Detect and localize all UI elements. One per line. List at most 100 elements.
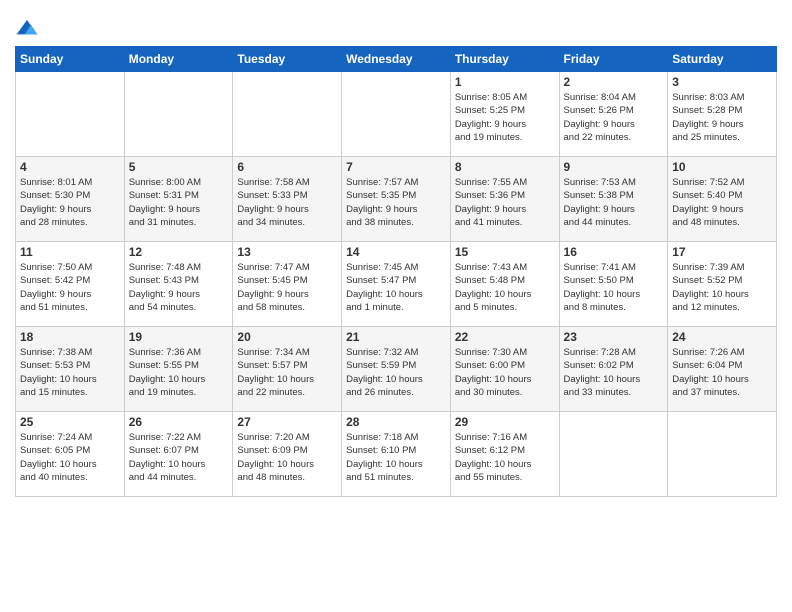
calendar-cell: 16 Sunrise: 7:41 AMSunset: 5:50 PMDayligh… — [559, 242, 668, 327]
calendar-cell: 25Sunrise: 7:24 AMSunset: 6:05 PMDayligh… — [16, 412, 125, 497]
calendar-cell: 2 Sunrise: 8:04 AMSunset: 5:26 PMDaylight… — [559, 72, 668, 157]
calendar-cell — [342, 72, 451, 157]
calendar-cell: 8 Sunrise: 7:55 AMSunset: 5:36 PMDaylight… — [450, 157, 559, 242]
calendar-cell: 3Sunrise: 8:03 AMSunset: 5:28 PMDaylight… — [668, 72, 777, 157]
calendar-cell — [124, 72, 233, 157]
calendar-cell — [668, 412, 777, 497]
day-info: Sunrise: 7:43 AMSunset: 5:48 PMDaylight:… — [455, 261, 555, 314]
page-header — [15, 10, 777, 38]
day-number: 27 — [237, 415, 337, 429]
day-number: 12 — [129, 245, 229, 259]
calendar-table: SundayMondayTuesdayWednesdayThursdayFrid… — [15, 46, 777, 497]
calendar-cell: 4Sunrise: 8:01 AMSunset: 5:30 PMDaylight… — [16, 157, 125, 242]
day-number: 5 — [129, 160, 229, 174]
day-number: 14 — [346, 245, 446, 259]
day-info: Sunrise: 7:18 AMSunset: 6:10 PMDaylight:… — [346, 431, 446, 484]
day-number: 22 — [455, 330, 555, 344]
day-info: Sunrise: 7:26 AMSunset: 6:04 PMDaylight:… — [672, 346, 772, 399]
day-info: Sunrise: 7:50 AMSunset: 5:42 PMDaylight:… — [20, 261, 120, 314]
calendar-cell: 1Sunrise: 8:05 AMSunset: 5:25 PMDaylight… — [450, 72, 559, 157]
day-info: Sunrise: 7:22 AMSunset: 6:07 PMDaylight:… — [129, 431, 229, 484]
day-number: 23 — [564, 330, 664, 344]
calendar-week-row: 4Sunrise: 8:01 AMSunset: 5:30 PMDaylight… — [16, 157, 777, 242]
calendar-cell: 24 Sunrise: 7:26 AMSunset: 6:04 PMDayligh… — [668, 327, 777, 412]
day-number: 16 — [564, 245, 664, 259]
calendar-cell: 13 Sunrise: 7:47 AMSunset: 5:45 PMDayligh… — [233, 242, 342, 327]
calendar-cell: 26 Sunrise: 7:22 AMSunset: 6:07 PMDayligh… — [124, 412, 233, 497]
calendar-header-row: SundayMondayTuesdayWednesdayThursdayFrid… — [16, 47, 777, 72]
calendar-week-row: 11 Sunrise: 7:50 AMSunset: 5:42 PMDayligh… — [16, 242, 777, 327]
day-info: Sunrise: 7:36 AMSunset: 5:55 PMDaylight:… — [129, 346, 229, 399]
day-number: 8 — [455, 160, 555, 174]
day-number: 7 — [346, 160, 446, 174]
day-number: 17 — [672, 245, 772, 259]
column-header-sunday: Sunday — [16, 47, 125, 72]
day-number: 21 — [346, 330, 446, 344]
day-info: Sunrise: 7:20 AMSunset: 6:09 PMDaylight:… — [237, 431, 337, 484]
day-info: Sunrise: 7:39 AMSunset: 5:52 PMDaylight:… — [672, 261, 772, 314]
day-info: Sunrise: 7:28 AMSunset: 6:02 PMDaylight:… — [564, 346, 664, 399]
day-info: Sunrise: 7:47 AMSunset: 5:45 PMDaylight:… — [237, 261, 337, 314]
column-header-tuesday: Tuesday — [233, 47, 342, 72]
column-header-friday: Friday — [559, 47, 668, 72]
logo[interactable] — [15, 18, 43, 38]
day-info: Sunrise: 8:05 AMSunset: 5:25 PMDaylight:… — [455, 91, 555, 144]
day-info: Sunrise: 8:04 AMSunset: 5:26 PMDaylight:… — [564, 91, 664, 144]
day-info: Sunrise: 7:58 AMSunset: 5:33 PMDaylight:… — [237, 176, 337, 229]
day-number: 28 — [346, 415, 446, 429]
day-info: Sunrise: 7:52 AMSunset: 5:40 PMDaylight:… — [672, 176, 772, 229]
day-info: Sunrise: 7:48 AMSunset: 5:43 PMDaylight:… — [129, 261, 229, 314]
day-info: Sunrise: 7:30 AMSunset: 6:00 PMDaylight:… — [455, 346, 555, 399]
day-info: Sunrise: 7:57 AMSunset: 5:35 PMDaylight:… — [346, 176, 446, 229]
calendar-cell: 6 Sunrise: 7:58 AMSunset: 5:33 PMDaylight… — [233, 157, 342, 242]
calendar-cell: 15 Sunrise: 7:43 AMSunset: 5:48 PMDayligh… — [450, 242, 559, 327]
calendar-cell: 22 Sunrise: 7:30 AMSunset: 6:00 PMDayligh… — [450, 327, 559, 412]
calendar-cell: 28 Sunrise: 7:18 AMSunset: 6:10 PMDayligh… — [342, 412, 451, 497]
day-info: Sunrise: 7:34 AMSunset: 5:57 PMDaylight:… — [237, 346, 337, 399]
calendar-cell: 20 Sunrise: 7:34 AMSunset: 5:57 PMDayligh… — [233, 327, 342, 412]
day-number: 9 — [564, 160, 664, 174]
day-info: Sunrise: 7:32 AMSunset: 5:59 PMDaylight:… — [346, 346, 446, 399]
calendar-cell: 19 Sunrise: 7:36 AMSunset: 5:55 PMDayligh… — [124, 327, 233, 412]
calendar-cell: 11 Sunrise: 7:50 AMSunset: 5:42 PMDayligh… — [16, 242, 125, 327]
calendar-cell: 27 Sunrise: 7:20 AMSunset: 6:09 PMDayligh… — [233, 412, 342, 497]
calendar-cell: 7 Sunrise: 7:57 AMSunset: 5:35 PMDaylight… — [342, 157, 451, 242]
calendar-cell: 9 Sunrise: 7:53 AMSunset: 5:38 PMDaylight… — [559, 157, 668, 242]
day-info: Sunrise: 7:53 AMSunset: 5:38 PMDaylight:… — [564, 176, 664, 229]
day-info: Sunrise: 7:38 AMSunset: 5:53 PMDaylight:… — [20, 346, 120, 399]
column-header-thursday: Thursday — [450, 47, 559, 72]
day-number: 6 — [237, 160, 337, 174]
day-number: 29 — [455, 415, 555, 429]
day-number: 24 — [672, 330, 772, 344]
day-number: 3 — [672, 75, 772, 89]
day-info: Sunrise: 7:16 AMSunset: 6:12 PMDaylight:… — [455, 431, 555, 484]
column-header-saturday: Saturday — [668, 47, 777, 72]
day-info: Sunrise: 7:45 AMSunset: 5:47 PMDaylight:… — [346, 261, 446, 314]
calendar-cell: 21 Sunrise: 7:32 AMSunset: 5:59 PMDayligh… — [342, 327, 451, 412]
day-number: 13 — [237, 245, 337, 259]
calendar-cell: 14 Sunrise: 7:45 AMSunset: 5:47 PMDayligh… — [342, 242, 451, 327]
calendar-cell: 29 Sunrise: 7:16 AMSunset: 6:12 PMDayligh… — [450, 412, 559, 497]
column-header-monday: Monday — [124, 47, 233, 72]
calendar-week-row: 18 Sunrise: 7:38 AMSunset: 5:53 PMDayligh… — [16, 327, 777, 412]
calendar-cell: 18 Sunrise: 7:38 AMSunset: 5:53 PMDayligh… — [16, 327, 125, 412]
column-header-wednesday: Wednesday — [342, 47, 451, 72]
day-number: 11 — [20, 245, 120, 259]
calendar-cell — [233, 72, 342, 157]
day-number: 19 — [129, 330, 229, 344]
day-info: Sunrise: 7:55 AMSunset: 5:36 PMDaylight:… — [455, 176, 555, 229]
day-number: 15 — [455, 245, 555, 259]
day-number: 26 — [129, 415, 229, 429]
day-info: Sunrise: 7:24 AMSunset: 6:05 PMDaylight:… — [20, 431, 120, 484]
day-number: 10 — [672, 160, 772, 174]
day-number: 2 — [564, 75, 664, 89]
calendar-cell: 5Sunrise: 8:00 AMSunset: 5:31 PMDaylight… — [124, 157, 233, 242]
day-number: 4 — [20, 160, 120, 174]
calendar-cell — [559, 412, 668, 497]
day-info: Sunrise: 7:41 AMSunset: 5:50 PMDaylight:… — [564, 261, 664, 314]
day-number: 18 — [20, 330, 120, 344]
calendar-cell: 10 Sunrise: 7:52 AMSunset: 5:40 PMDayligh… — [668, 157, 777, 242]
day-number: 20 — [237, 330, 337, 344]
calendar-cell — [16, 72, 125, 157]
logo-icon — [15, 18, 39, 38]
